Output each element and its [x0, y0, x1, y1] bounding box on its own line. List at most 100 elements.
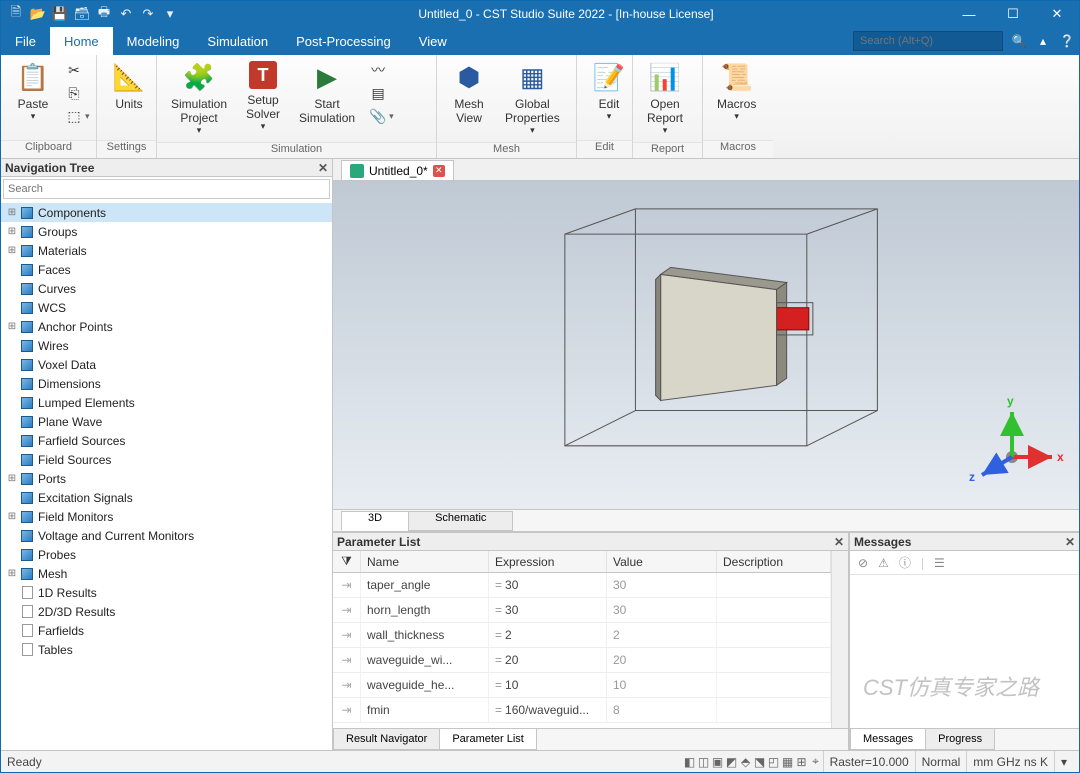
- messages-close-icon[interactable]: ✕: [1065, 535, 1075, 549]
- param-desc[interactable]: [717, 598, 831, 622]
- tree-item-voxel-data[interactable]: Voxel Data: [1, 355, 332, 374]
- tree-item-ports[interactable]: ⊞Ports: [1, 469, 332, 488]
- sb-icon-4[interactable]: ◩: [725, 755, 739, 769]
- tree-item-farfield-sources[interactable]: Farfield Sources: [1, 431, 332, 450]
- tree-item-plane-wave[interactable]: Plane Wave: [1, 412, 332, 431]
- status-raster[interactable]: Raster=10.000: [823, 751, 915, 772]
- tab-3d[interactable]: 3D: [341, 511, 409, 531]
- sb-icon-8[interactable]: ▦: [781, 755, 795, 769]
- param-name[interactable]: horn_length: [361, 598, 489, 622]
- param-expr[interactable]: =160/waveguid...: [489, 698, 607, 722]
- tree-item-field-monitors[interactable]: ⊞Field Monitors: [1, 507, 332, 526]
- sb-icon-2[interactable]: ◫: [697, 755, 711, 769]
- menu-home[interactable]: Home: [50, 27, 113, 55]
- delete-button[interactable]: ⬚: [63, 105, 92, 127]
- simulation-project-button[interactable]: 🧩 Simulation Project▾: [165, 59, 233, 138]
- minimize-button[interactable]: —: [947, 1, 991, 27]
- tree-item-wcs[interactable]: WCS: [1, 298, 332, 317]
- navigation-tree[interactable]: ⊞Components⊞Groups⊞MaterialsFacesCurvesW…: [1, 201, 332, 750]
- tree-item-tables[interactable]: Tables: [1, 640, 332, 659]
- nav-close-icon[interactable]: ✕: [318, 161, 328, 175]
- msg-clear-icon[interactable]: ⊘: [858, 556, 868, 570]
- maximize-button[interactable]: ☐: [991, 1, 1035, 27]
- row-handle-icon[interactable]: ⇥: [333, 598, 361, 622]
- param-row[interactable]: ⇥waveguide_he...=1010: [333, 673, 831, 698]
- sb-icon-7[interactable]: ◰: [767, 755, 781, 769]
- open-icon[interactable]: 📂: [29, 5, 47, 23]
- param-desc[interactable]: [717, 673, 831, 697]
- param-desc[interactable]: [717, 698, 831, 722]
- param-close-icon[interactable]: ✕: [834, 535, 844, 549]
- tree-item-anchor-points[interactable]: ⊞Anchor Points: [1, 317, 332, 336]
- tree-item-wires[interactable]: Wires: [1, 336, 332, 355]
- tab-parameter-list[interactable]: Parameter List: [439, 729, 537, 750]
- param-name[interactable]: waveguide_wi...: [361, 648, 489, 672]
- msg-info-icon[interactable]: ⓘ: [899, 554, 911, 571]
- tree-item-groups[interactable]: ⊞Groups: [1, 222, 332, 241]
- tree-item-faces[interactable]: Faces: [1, 260, 332, 279]
- units-button[interactable]: 📐 Units: [105, 59, 153, 113]
- new-icon[interactable]: 🗎: [7, 5, 25, 23]
- param-name[interactable]: taper_angle: [361, 573, 489, 597]
- ribbon-search-input[interactable]: [853, 31, 1003, 51]
- global-properties-button[interactable]: ▦ Global Properties▾: [499, 59, 566, 138]
- param-row[interactable]: ⇥fmin=160/waveguid...8: [333, 698, 831, 723]
- tree-expand-icon[interactable]: ⊞: [5, 207, 19, 218]
- tree-item-farfields[interactable]: Farfields: [1, 621, 332, 640]
- tree-item-2d-3d-results[interactable]: 2D/3D Results: [1, 602, 332, 621]
- optimizer-button[interactable]: 〰: [367, 59, 396, 81]
- tree-item-voltage-and-current-monitors[interactable]: Voltage and Current Monitors: [1, 526, 332, 545]
- param-row[interactable]: ⇥horn_length=3030: [333, 598, 831, 623]
- menu-view[interactable]: View: [405, 27, 461, 55]
- tree-item-components[interactable]: ⊞Components: [1, 203, 332, 222]
- par-sweep-button[interactable]: ▤: [367, 82, 396, 104]
- collapse-ribbon-icon[interactable]: ▴: [1031, 27, 1055, 55]
- tree-expand-icon[interactable]: ⊞: [5, 321, 19, 332]
- doc-tab-close-icon[interactable]: ✕: [433, 165, 445, 177]
- tree-item-materials[interactable]: ⊞Materials: [1, 241, 332, 260]
- tree-item-probes[interactable]: Probes: [1, 545, 332, 564]
- document-tab[interactable]: Untitled_0* ✕: [341, 160, 454, 180]
- param-expr[interactable]: =2: [489, 623, 607, 647]
- tree-expand-icon[interactable]: ⊞: [5, 511, 19, 522]
- sb-icon-6[interactable]: ⬔: [753, 755, 767, 769]
- tree-expand-icon[interactable]: ⊞: [5, 568, 19, 579]
- tree-item-lumped-elements[interactable]: Lumped Elements: [1, 393, 332, 412]
- row-handle-icon[interactable]: ⇥: [333, 698, 361, 722]
- tab-result-navigator[interactable]: Result Navigator: [333, 729, 440, 750]
- tree-item-1d-results[interactable]: 1D Results: [1, 583, 332, 602]
- start-simulation-button[interactable]: ▶ Start Simulation: [293, 59, 361, 127]
- msg-warn-icon[interactable]: ⚠: [878, 556, 889, 570]
- menu-file[interactable]: File: [1, 27, 50, 55]
- logfile-button[interactable]: 📎: [367, 105, 396, 127]
- macros-button[interactable]: 📜 Macros▾: [711, 59, 762, 124]
- tree-item-curves[interactable]: Curves: [1, 279, 332, 298]
- row-handle-icon[interactable]: ⇥: [333, 648, 361, 672]
- menu-postprocessing[interactable]: Post-Processing: [282, 27, 405, 55]
- tree-item-dimensions[interactable]: Dimensions: [1, 374, 332, 393]
- mesh-view-button[interactable]: ⬢ Mesh View: [445, 59, 493, 127]
- sb-icon-9[interactable]: ⊞: [795, 755, 809, 769]
- cut-button[interactable]: ✂: [63, 59, 92, 81]
- tree-item-excitation-signals[interactable]: Excitation Signals: [1, 488, 332, 507]
- tree-item-field-sources[interactable]: Field Sources: [1, 450, 332, 469]
- msg-filter-icon[interactable]: ☰: [934, 556, 945, 570]
- param-name[interactable]: waveguide_he...: [361, 673, 489, 697]
- redo-icon[interactable]: ↷: [139, 5, 157, 23]
- help-icon[interactable]: ❔: [1055, 27, 1079, 55]
- search-icon[interactable]: 🔍: [1007, 27, 1031, 55]
- row-handle-icon[interactable]: ⇥: [333, 623, 361, 647]
- tab-schematic[interactable]: Schematic: [408, 511, 513, 531]
- copy-button[interactable]: ⎘: [63, 82, 92, 104]
- param-expr[interactable]: =10: [489, 673, 607, 697]
- param-rows[interactable]: ⇥taper_angle=3030⇥horn_length=3030⇥wall_…: [333, 573, 831, 728]
- param-scrollbar[interactable]: [831, 551, 848, 728]
- sb-icon-1[interactable]: ◧: [683, 755, 697, 769]
- row-handle-icon[interactable]: ⇥: [333, 673, 361, 697]
- status-units[interactable]: mm GHz ns K: [966, 751, 1054, 772]
- qat-more-icon[interactable]: ▾: [161, 5, 179, 23]
- tree-expand-icon[interactable]: ⊞: [5, 245, 19, 256]
- sb-icon-3[interactable]: ▣: [711, 755, 725, 769]
- tab-progress[interactable]: Progress: [925, 729, 995, 750]
- open-report-button[interactable]: 📊 Open Report▾: [641, 59, 689, 138]
